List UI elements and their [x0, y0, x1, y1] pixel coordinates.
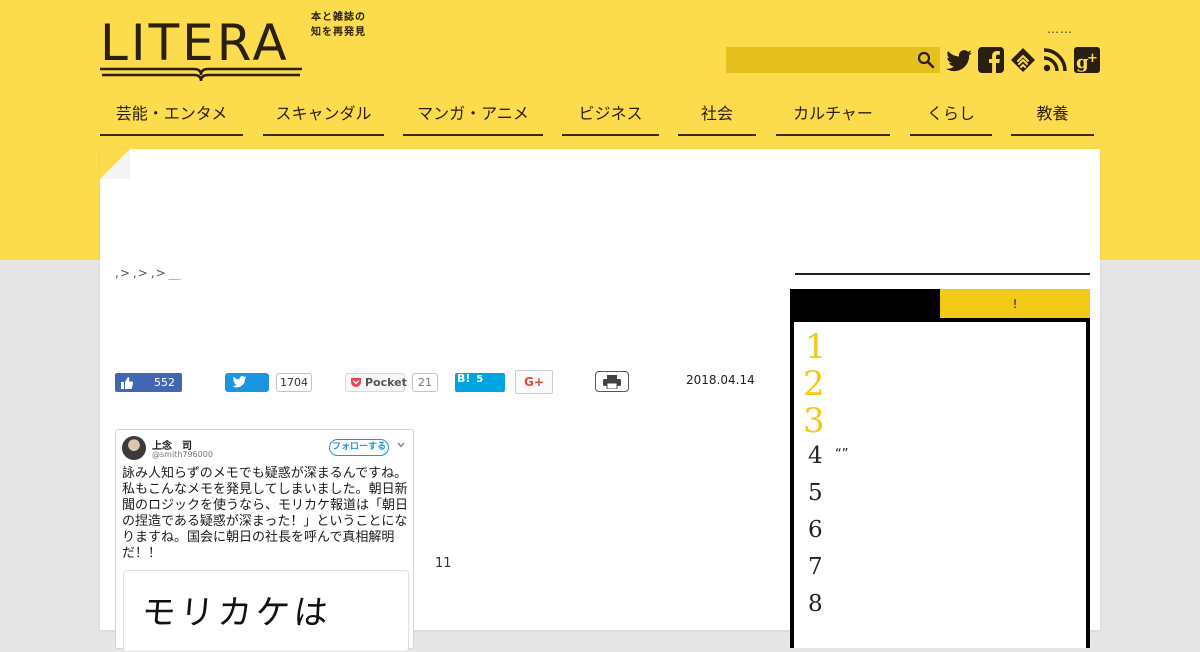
tagline-line-1: 本と雑誌の — [311, 12, 366, 23]
sidebar-divider — [795, 273, 1090, 275]
nav-item-education[interactable]: 教養 — [1011, 100, 1094, 136]
tab-ranking-active[interactable] — [790, 289, 940, 319]
breadcrumb-separator: > — [119, 266, 130, 280]
nav-item-society[interactable]: 社会 — [678, 100, 756, 136]
tagline-line-2: 知を再発見 — [311, 27, 366, 38]
svg-text:+: + — [1087, 51, 1098, 66]
twitter-icon[interactable] — [945, 46, 973, 74]
facebook-like-button[interactable]: 552 — [115, 373, 182, 392]
rank-number-2[interactable]: 2 — [803, 364, 825, 404]
breadcrumb-dot[interactable]: , — [151, 266, 155, 280]
breadcrumb-separator: > — [155, 266, 166, 280]
tweet-image[interactable]: モリカケは — [123, 570, 409, 652]
rank-number-3[interactable]: 3 — [803, 401, 825, 441]
thumbs-up-icon — [121, 377, 133, 389]
google-plus-icon[interactable]: g + — [1073, 46, 1101, 74]
rss-icon[interactable] — [1041, 46, 1069, 74]
search-box — [726, 47, 940, 73]
feedly-icon[interactable] — [1009, 46, 1037, 74]
ranking-tabs: ! — [790, 289, 1090, 319]
nav-item-entertainment[interactable]: 芸能・エンタメ — [100, 100, 243, 136]
printer-icon — [603, 375, 621, 389]
nav-item-scandal[interactable]: スキャンダル — [263, 100, 384, 136]
tab-ranking-other[interactable]: ! — [940, 289, 1090, 319]
article-side-note: 11 — [435, 556, 452, 571]
tweet-author-handle[interactable]: @smith796000 — [152, 450, 213, 459]
site-tagline: 本と雑誌の 知を再発見 — [311, 10, 366, 40]
handwritten-memo-text: モリカケは — [139, 593, 334, 633]
nav-item-culture[interactable]: カルチャー — [776, 100, 890, 136]
pocket-count: 21 — [412, 373, 438, 392]
tweet-text: 詠み人知らずのメモでも疑惑が深まるんですね。私もこんなメモを発見してしまいました… — [122, 466, 409, 561]
breadcrumb-dot[interactable]: , — [115, 266, 119, 280]
hatena-label: B! — [457, 372, 471, 385]
rank-item-4-title[interactable]: “” — [835, 447, 848, 462]
header-menu-dots[interactable]: …… — [1047, 22, 1073, 36]
site-logo[interactable]: LITERA — [100, 12, 310, 84]
twitter-icon — [232, 376, 247, 388]
facebook-icon[interactable] — [977, 46, 1005, 74]
nav-item-life[interactable]: くらし — [910, 100, 992, 136]
logo-wordmark: LITERA — [100, 14, 290, 72]
hatena-count: 5 — [476, 374, 484, 385]
pocket-button[interactable]: Pocket — [345, 373, 407, 392]
pocket-icon — [351, 378, 361, 387]
google-plus-share-button[interactable]: G+ — [515, 370, 553, 394]
avatar[interactable] — [122, 436, 146, 460]
main-nav: 芸能・エンタメ スキャンダル マンガ・アニメ ビジネス 社会 カルチャー くらし… — [100, 100, 1100, 136]
breadcrumb: ,> ,> ,> __ — [115, 266, 181, 280]
tweet-count: 1704 — [276, 373, 312, 392]
breadcrumb-dot[interactable]: , — [133, 266, 137, 280]
hatena-bookmark-button[interactable]: B! 5 — [455, 373, 505, 392]
search-icon[interactable] — [916, 50, 936, 70]
pocket-label: Pocket — [365, 376, 407, 389]
print-button[interactable] — [595, 371, 629, 392]
rank-number-4[interactable]: 4 — [808, 443, 823, 469]
nav-item-manga-anime[interactable]: マンガ・アニメ — [403, 100, 543, 136]
rank-number-1[interactable]: 1 — [805, 327, 827, 367]
facebook-like-count: 552 — [154, 376, 175, 389]
follow-button[interactable]: フォローする — [329, 439, 389, 456]
rank-number-8[interactable]: 8 — [808, 591, 823, 617]
breadcrumb-separator: > — [137, 266, 148, 280]
search-input[interactable] — [726, 47, 906, 73]
embedded-tweet[interactable]: 上念 司 @smith796000 フォローする 詠み人知らずのメモでも疑惑が深… — [115, 429, 414, 652]
rank-number-6[interactable]: 6 — [808, 517, 823, 543]
rank-number-7[interactable]: 7 — [808, 554, 823, 580]
breadcrumb-current: __ — [168, 266, 181, 280]
article-date: 2018.04.14 — [686, 373, 755, 387]
rank-number-5[interactable]: 5 — [808, 480, 823, 506]
nav-item-business[interactable]: ビジネス — [562, 100, 659, 136]
page-fold-shadow — [100, 149, 130, 179]
tweet-button[interactable] — [225, 373, 269, 392]
chevron-down-icon[interactable] — [396, 440, 406, 450]
ranking-list — [790, 318, 1090, 648]
